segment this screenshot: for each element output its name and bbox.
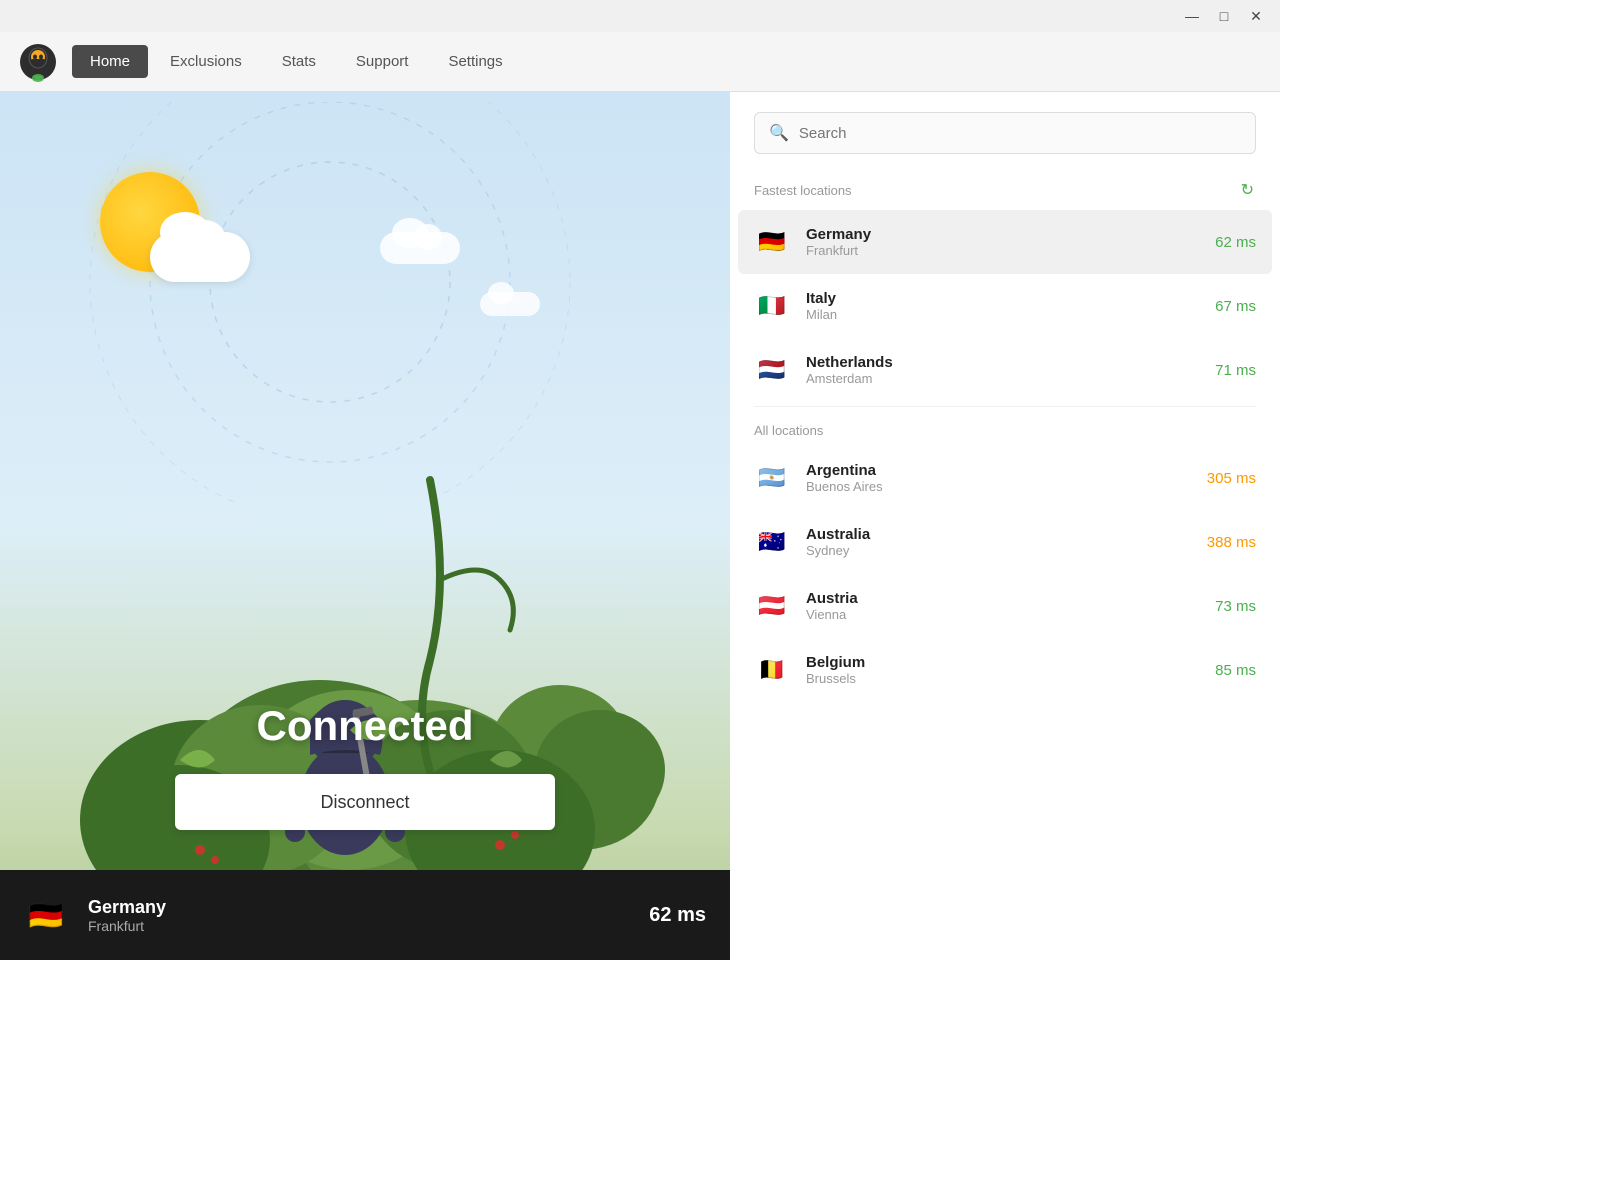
search-input[interactable] (799, 125, 1241, 142)
refresh-button[interactable]: ↻ (1239, 178, 1256, 202)
status-city: Frankfurt (88, 918, 629, 934)
location-info: Netherlands Amsterdam (806, 354, 1199, 386)
location-country: Argentina (806, 462, 1191, 479)
location-item-argentina[interactable]: 🇦🇷 Argentina Buenos Aires 305 ms (738, 446, 1272, 510)
location-city: Milan (806, 307, 1199, 322)
flag-germany: 🇩🇪 (754, 224, 790, 260)
location-ping: 62 ms (1215, 234, 1256, 251)
location-info: Germany Frankfurt (806, 226, 1199, 258)
status-country: Germany (88, 897, 629, 918)
search-container: 🔍 (730, 92, 1280, 166)
title-bar: — □ ✕ (0, 0, 1280, 32)
sun-illustration (100, 172, 230, 282)
location-city: Brussels (806, 671, 1199, 686)
logo-icon (18, 42, 58, 82)
location-info: Austria Vienna (806, 590, 1199, 622)
close-button[interactable]: ✕ (1240, 2, 1272, 30)
location-item-netherlands[interactable]: 🇳🇱 Netherlands Amsterdam 71 ms (738, 338, 1272, 402)
fastest-section-header: Fastest locations ↻ (738, 166, 1272, 210)
flag-belgium: 🇧🇪 (754, 652, 790, 688)
status-info: Germany Frankfurt (88, 897, 629, 934)
cloud-1-puff2 (414, 224, 442, 250)
location-city: Vienna (806, 607, 1199, 622)
location-city: Buenos Aires (806, 479, 1191, 494)
nav-item-stats[interactable]: Stats (264, 45, 334, 78)
location-country: Australia (806, 526, 1191, 543)
flag-netherlands: 🇳🇱 (754, 352, 790, 388)
location-ping: 71 ms (1215, 362, 1256, 379)
location-item-australia[interactable]: 🇦🇺 Australia Sydney 388 ms (738, 510, 1272, 574)
list-divider (754, 406, 1256, 407)
disconnect-button[interactable]: Disconnect (175, 774, 555, 830)
search-box: 🔍 (754, 112, 1256, 154)
maximize-button[interactable]: □ (1208, 2, 1240, 30)
location-ping: 388 ms (1207, 534, 1256, 551)
flag-australia: 🇦🇺 (754, 524, 790, 560)
all-section-title: All locations (754, 423, 823, 438)
location-item-germany[interactable]: 🇩🇪 Germany Frankfurt 62 ms (738, 210, 1272, 274)
location-item-italy[interactable]: 🇮🇹 Italy Milan 67 ms (738, 274, 1272, 338)
location-country: Italy (806, 290, 1199, 307)
flag-italy: 🇮🇹 (754, 288, 790, 324)
nav-item-settings[interactable]: Settings (430, 45, 520, 78)
flag-argentina: 🇦🇷 (754, 460, 790, 496)
connected-label: Connected (0, 702, 730, 750)
location-country: Germany (806, 226, 1199, 243)
minimize-button[interactable]: — (1176, 2, 1208, 30)
nav-item-exclusions[interactable]: Exclusions (152, 45, 260, 78)
nav-bar: HomeExclusionsStatsSupportSettings (0, 32, 1280, 92)
flag-austria: 🇦🇹 (754, 588, 790, 624)
nav-item-support[interactable]: Support (338, 45, 427, 78)
location-ping: 73 ms (1215, 598, 1256, 615)
right-panel: 🔍 Fastest locations ↻ 🇩🇪 Germany Frankfu… (730, 92, 1280, 960)
location-city: Frankfurt (806, 243, 1199, 258)
location-country: Austria (806, 590, 1199, 607)
left-panel: Connected Disconnect 🇩🇪 Germany Frankfur… (0, 92, 730, 960)
cloud-1 (380, 232, 460, 264)
location-list[interactable]: Fastest locations ↻ 🇩🇪 Germany Frankfurt… (730, 166, 1280, 960)
location-ping: 305 ms (1207, 470, 1256, 487)
location-ping: 67 ms (1215, 298, 1256, 315)
sun-cloud (150, 232, 250, 282)
location-city: Amsterdam (806, 371, 1199, 386)
location-country: Netherlands (806, 354, 1199, 371)
location-country: Belgium (806, 654, 1199, 671)
location-item-belgium[interactable]: 🇧🇪 Belgium Brussels 85 ms (738, 638, 1272, 702)
status-bar: 🇩🇪 Germany Frankfurt 62 ms (0, 870, 730, 960)
location-info: Australia Sydney (806, 526, 1191, 558)
cloud-2-puff (488, 282, 514, 304)
location-ping: 85 ms (1215, 662, 1256, 679)
all-locations-list: 🇦🇷 Argentina Buenos Aires 305 ms 🇦🇺 Aust… (738, 446, 1272, 702)
location-item-austria[interactable]: 🇦🇹 Austria Vienna 73 ms (738, 574, 1272, 638)
nav-items: HomeExclusionsStatsSupportSettings (72, 45, 521, 78)
location-info: Argentina Buenos Aires (806, 462, 1191, 494)
status-flag: 🇩🇪 (24, 893, 68, 937)
all-section-header: All locations (738, 411, 1272, 446)
cloud-2 (480, 292, 540, 316)
location-info: Italy Milan (806, 290, 1199, 322)
location-city: Sydney (806, 543, 1191, 558)
fastest-locations-list: 🇩🇪 Germany Frankfurt 62 ms 🇮🇹 Italy Mila… (738, 210, 1272, 402)
location-info: Belgium Brussels (806, 654, 1199, 686)
fastest-section-title: Fastest locations (754, 183, 852, 198)
nav-item-home[interactable]: Home (72, 45, 148, 78)
search-icon: 🔍 (769, 123, 789, 143)
status-ping: 62 ms (649, 904, 706, 927)
app-logo (16, 40, 60, 84)
